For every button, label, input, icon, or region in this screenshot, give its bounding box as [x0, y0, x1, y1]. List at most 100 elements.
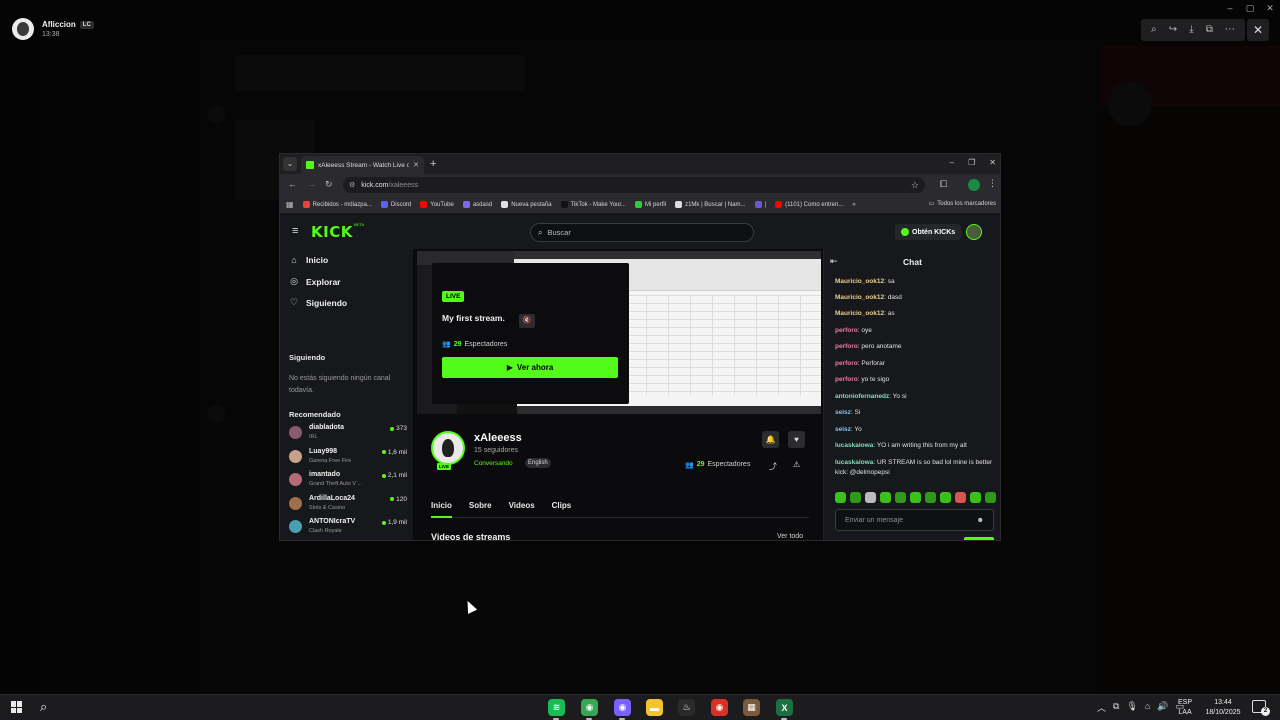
network-icon[interactable]: ⌂ [1145, 701, 1150, 714]
profile-avatar[interactable] [968, 179, 980, 191]
address-bar[interactable]: ⚙ kick.com/xaleeess ☆ [343, 177, 925, 193]
forward-icon[interactable]: → [307, 179, 316, 189]
get-kicks-button[interactable]: Obtén KICKs [895, 224, 962, 240]
chat-username[interactable]: seisz [835, 426, 851, 433]
chat-username[interactable]: lucaskaiowa [835, 442, 873, 449]
recommended-channel[interactable]: Luay998 Garena Free Fire 1,6 mil [289, 447, 409, 467]
bookmark-item[interactable]: (1101) Como entren... [775, 201, 843, 208]
sidebar-nav-siguiendo[interactable]: ♡ Siguiendo [289, 297, 347, 308]
kick-logo[interactable]: KICK [311, 223, 353, 241]
recommended-channel[interactable]: imantado Grand Theft Auto V ... 2,1 mil [289, 470, 409, 490]
recommended-channel[interactable]: ANTONIcraTV Clash Royale 1,9 mil [289, 517, 409, 537]
volume-icon[interactable]: 🔊 [1157, 701, 1168, 714]
taskbar-chrome-dev-icon[interactable]: ◉ [711, 699, 728, 716]
recommended-channel[interactable]: ArdillaLoca24 Slots & Casino 120 [289, 494, 409, 514]
tray-device-icon[interactable]: ⧉ [1113, 701, 1119, 714]
taskbar-minecraft-icon[interactable]: ▦ [743, 699, 760, 716]
more-icon[interactable]: ⋯ [1225, 25, 1235, 35]
chat-username[interactable]: seisz [835, 409, 851, 416]
chat-username[interactable]: perforo [835, 343, 858, 350]
chat-username[interactable]: perforo [835, 376, 858, 383]
maximize-icon[interactable]: ▢ [1240, 0, 1260, 16]
tab-close-icon[interactable]: ✕ [413, 161, 419, 169]
close-icon[interactable]: ✕ [1260, 0, 1280, 16]
minimize-icon[interactable]: – [1220, 0, 1240, 16]
chat-username[interactable]: antoniofernanedz [835, 393, 889, 400]
taskbar-file-explorer-icon[interactable]: ▬ [646, 699, 663, 716]
mute-icon[interactable]: 🔇 [519, 314, 535, 328]
input-language[interactable]: ESP LAA [1178, 698, 1192, 718]
notifications-bell-icon[interactable]: 🔔 [762, 431, 779, 448]
open-external-icon[interactable]: ⧉ [1206, 25, 1213, 35]
chat-username[interactable]: lucaskaiowa [835, 459, 873, 466]
channel-avatar[interactable] [431, 431, 465, 465]
sidebar-nav-inicio[interactable]: ⌂ Inicio [289, 255, 328, 265]
channel-category[interactable]: Conversando [474, 460, 513, 467]
bookmark-item[interactable]: Nueva pestaña [501, 201, 552, 208]
emote-icon[interactable] [835, 492, 846, 503]
minimize-icon[interactable]: – [950, 158, 954, 167]
bookmark-item[interactable]: Mi perfil [635, 201, 666, 208]
bookmark-item[interactable]: Recibidos - mdiazpa... [302, 201, 372, 208]
chat-send-button[interactable] [964, 537, 994, 540]
tab-inicio[interactable]: Inicio [431, 498, 452, 518]
follow-heart-icon[interactable]: ♥ [788, 431, 805, 448]
emote-icon[interactable] [865, 492, 876, 503]
taskbar-excel-icon[interactable]: X [776, 699, 793, 716]
apps-grid-icon[interactable]: ▦ [286, 200, 294, 209]
restore-icon[interactable]: ❐ [968, 158, 975, 167]
emote-icon[interactable] [880, 492, 891, 503]
browser-menu-icon[interactable]: ⋮ [988, 178, 997, 189]
emote-icon[interactable] [970, 492, 981, 503]
chat-message-input[interactable]: Enviar un mensaje ☻ [835, 509, 994, 531]
recommended-channel[interactable]: SionAronSlots & Casino113 [289, 541, 409, 542]
channel-language-tag[interactable]: English [525, 458, 551, 468]
emote-icon[interactable] [955, 492, 966, 503]
bookmark-item[interactable]: YouTube [420, 201, 454, 208]
avatar[interactable] [12, 18, 34, 40]
emote-icon[interactable] [985, 492, 996, 503]
emoji-picker-icon[interactable]: ☻ [977, 517, 984, 524]
chat-username[interactable]: Mauricio_ook12 [835, 294, 884, 301]
watch-now-button[interactable]: ▶ Ver ahora [442, 357, 618, 378]
bookmarks-overflow-icon[interactable]: » [852, 202, 855, 208]
back-icon[interactable]: ← [288, 179, 297, 189]
chat-username[interactable]: perforo [835, 360, 858, 367]
emote-icon[interactable] [925, 492, 936, 503]
chat-username[interactable]: perforo [835, 327, 858, 334]
tray-overflow-icon[interactable]: ︿ [1097, 701, 1106, 714]
see-all-link[interactable]: Ver todo [777, 533, 803, 540]
reload-icon[interactable]: ↻ [325, 179, 333, 190]
emote-icon[interactable] [910, 492, 921, 503]
report-icon[interactable]: ⚠ [793, 460, 800, 469]
taskbar-clock[interactable]: 13:44 18/10/2025 [1200, 698, 1246, 718]
extensions-icon[interactable]: ⧠ [940, 179, 947, 190]
menu-hamburger-icon[interactable]: ≡ [292, 225, 298, 237]
taskbar-spotify-icon[interactable]: ≋ [548, 699, 565, 716]
browser-tab-active[interactable]: xAleeess Stream - Watch Live o ✕ [301, 156, 424, 174]
sidebar-nav-explorar[interactable]: ◎ Explorar [289, 276, 340, 287]
all-bookmarks-folder[interactable]: ▭ Todos los marcadores [928, 200, 996, 207]
viewer-close-button[interactable]: ✕ [1247, 19, 1269, 41]
user-avatar[interactable] [966, 224, 982, 240]
search-input[interactable]: ⌕ Buscar [530, 223, 754, 242]
bookmark-item[interactable]: asdasd [462, 201, 492, 208]
stream-player[interactable]: LIVE My first stream. 🔇 👥 29 Espectadore… [417, 251, 821, 414]
share-icon[interactable]: ⤴ [769, 461, 777, 472]
chat-username[interactable]: Mauricio_ook12 [835, 310, 884, 317]
taskbar-chrome-profile-icon[interactable]: ◉ [614, 699, 631, 716]
taskbar-search-icon[interactable]: ⌕ [40, 699, 47, 715]
bookmark-item[interactable]: z1Mk | Buscar | Nam... [675, 201, 746, 208]
windows-start-icon[interactable] [11, 701, 23, 713]
bookmark-item[interactable]: TikTok - Make Your... [560, 201, 626, 208]
new-tab-icon[interactable]: + [430, 157, 436, 171]
tab-sobre[interactable]: Sobre [469, 498, 492, 518]
download-icon[interactable]: ⤓ [1189, 25, 1193, 35]
microphone-icon[interactable]: 🎙 [1126, 701, 1137, 714]
tab-clips[interactable]: Clips [552, 498, 572, 518]
site-info-icon[interactable]: ⚙ [349, 181, 355, 189]
taskbar-steam-icon[interactable]: ♨ [678, 699, 695, 716]
chat-username[interactable]: Mauricio_ook12 [835, 278, 884, 285]
taskbar-chrome-icon[interactable]: ◉ [581, 699, 598, 716]
emote-icon[interactable] [850, 492, 861, 503]
